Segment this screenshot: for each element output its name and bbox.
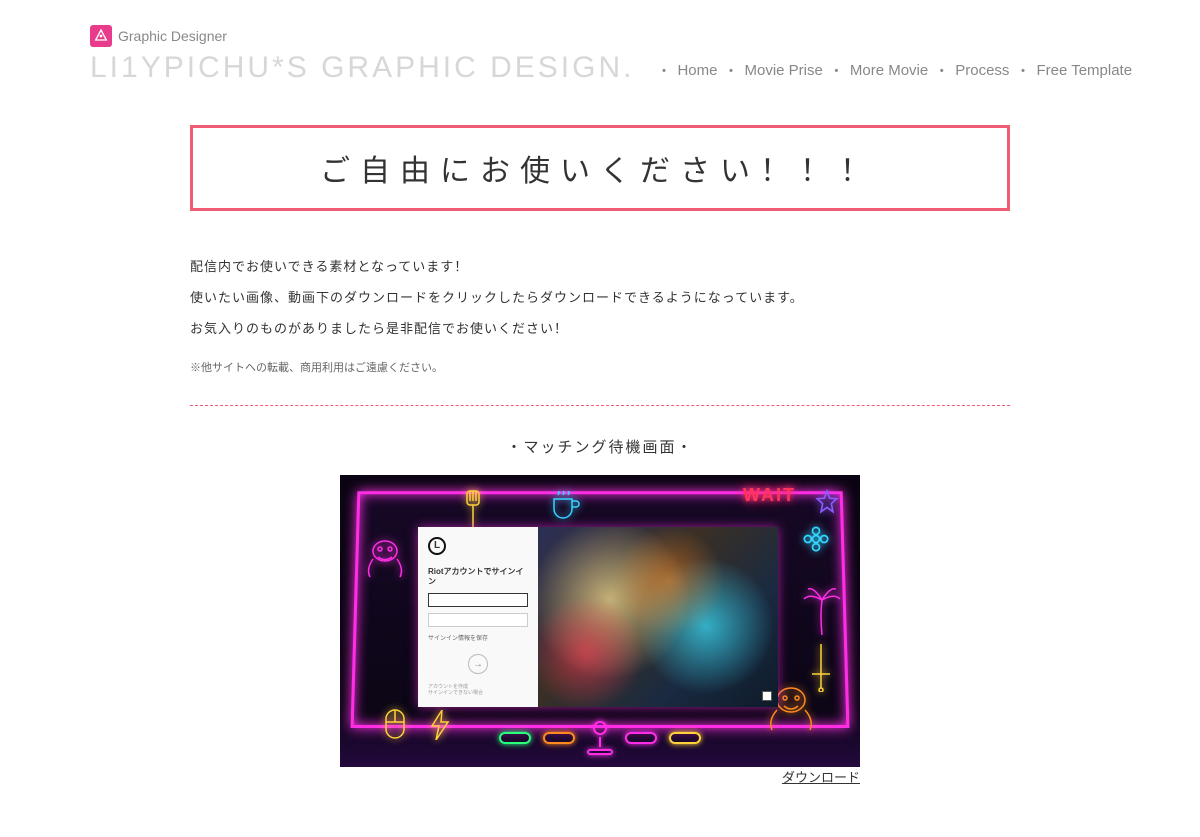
cup-icon <box>550 491 580 524</box>
neon-pill-icon <box>499 732 531 744</box>
nav-movie-prise[interactable]: Movie Prise <box>745 62 823 79</box>
divider <box>190 405 1010 406</box>
remember-label: サインイン情報を保存 <box>428 633 528 642</box>
resize-handle-icon <box>762 691 772 701</box>
nav-dot: ・ <box>827 60 846 81</box>
nav-dot: ・ <box>654 60 673 81</box>
brand: Graphic Designer LI1YPICHU*S GRAPHIC DES… <box>90 25 634 85</box>
neon-pill-icon <box>669 732 701 744</box>
nav-more-movie[interactable]: More Movie <box>850 62 928 79</box>
nav-dot: ・ <box>932 60 951 81</box>
banner-text: ご自由にお使いください！！！ <box>320 155 880 188</box>
login-heading: Riotアカウントでサインイン <box>428 567 528 588</box>
joystick-icon <box>587 721 613 755</box>
logo-icon <box>90 25 112 47</box>
login-splash-art <box>538 527 778 707</box>
login-panel: L Riotアカウントでサインイン サインイン情報を保存 → アカウントを作成 … <box>418 527 778 707</box>
main-content: ご自由にお使いください！！！ 配信内でお使いできる素材となっています！ 使いたい… <box>190 125 1010 787</box>
desc-line-1: 配信内でお使いできる素材となっています！ <box>190 251 1010 282</box>
desc-line-3: お気入りのものがありましたら是非配信でお使いください！ <box>190 313 1010 344</box>
nav-dot: ・ <box>1013 60 1032 81</box>
riot-logo-icon: L <box>428 537 446 555</box>
tagline: Graphic Designer <box>118 28 227 44</box>
bolt-icon <box>430 710 450 745</box>
username-field <box>428 593 528 607</box>
password-field <box>428 613 528 627</box>
section-title: ・マッチング待機画面・ <box>190 436 1010 457</box>
submit-arrow-icon: → <box>468 654 488 674</box>
site-title: LI1YPICHU*S GRAPHIC DESIGN. <box>90 51 634 85</box>
main-nav: ・ Home ・ Movie Prise ・ More Movie ・ Proc… <box>654 60 1132 85</box>
login-form: L Riotアカウントでサインイン サインイン情報を保存 → アカウントを作成 … <box>418 527 538 707</box>
description: 配信内でお使いできる素材となっています！ 使いたい画像、動画下のダウンロードをク… <box>190 251 1010 345</box>
neon-pill-icon <box>625 732 657 744</box>
desc-line-2: 使いたい画像、動画下のダウンロードをクリックしたらダウンロードできるようになって… <box>190 282 1010 313</box>
login-footer-2: サインインできない場合 <box>428 690 528 697</box>
nav-process[interactable]: Process <box>955 62 1009 79</box>
gorilla-icon <box>360 535 410 584</box>
download-link[interactable]: ダウンロード <box>782 770 860 785</box>
palm-icon <box>802 585 842 640</box>
nav-dot: ・ <box>721 60 740 81</box>
arcade-controls <box>499 721 701 755</box>
template-thumbnail[interactable]: WAIT <box>340 475 860 767</box>
login-footer: アカウントを作成 サインインできない場合 <box>428 684 528 697</box>
star-icon <box>814 489 840 520</box>
usage-note: ※他サイトへの転載、商用利用はご遠慮ください。 <box>190 359 1010 375</box>
banner: ご自由にお使いください！！！ <box>190 125 1010 211</box>
mouse-icon <box>380 704 410 747</box>
site-header: Graphic Designer LI1YPICHU*S GRAPHIC DES… <box>90 25 1110 85</box>
wait-label: WAIT <box>743 485 796 506</box>
nav-home[interactable]: Home <box>677 62 717 79</box>
flower-icon <box>802 525 830 558</box>
nav-free-template[interactable]: Free Template <box>1036 62 1132 79</box>
neon-pill-icon <box>543 732 575 744</box>
template-item: WAIT <box>340 475 860 787</box>
